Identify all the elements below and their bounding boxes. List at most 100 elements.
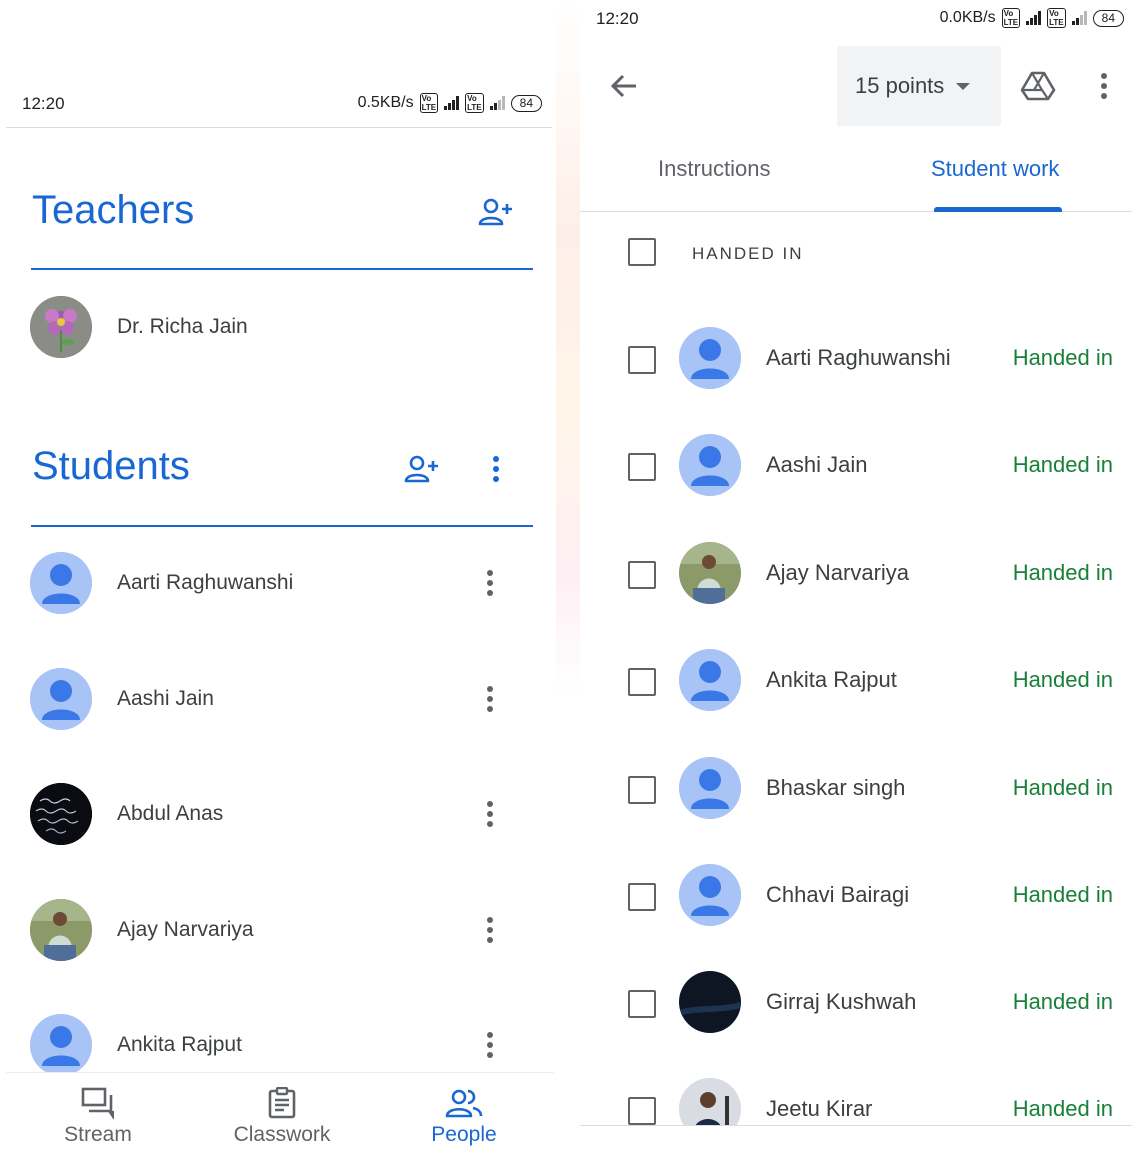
- status-icons: 0.0KB/s Vo LTE Vo LTE 84: [940, 8, 1124, 28]
- status-label: Handed in: [1012, 882, 1113, 907]
- points-value: 15 points: [855, 73, 945, 98]
- nav-stream[interactable]: Stream: [18, 1083, 178, 1147]
- screenshot-divider: [556, 0, 580, 1157]
- people-icon: [445, 1089, 483, 1118]
- signal-icon-2: [1071, 11, 1087, 25]
- status-label: Handed in: [1012, 989, 1113, 1014]
- nav-label: People: [431, 1123, 497, 1146]
- volte-icon: Vo LTE: [419, 93, 439, 113]
- points-dropdown[interactable]: 15 points: [837, 46, 1001, 126]
- student-name: Girraj Kushwah: [766, 989, 917, 1014]
- more-options-button[interactable]: [1084, 66, 1124, 106]
- row-checkbox[interactable]: [628, 883, 656, 911]
- student-work-row[interactable]: Chhavi Bairagi Handed in: [580, 864, 1132, 934]
- more-vert-icon: [487, 570, 493, 596]
- student-row[interactable]: Abdul Anas: [30, 781, 530, 847]
- student-work-row[interactable]: Aashi Jain Handed in: [580, 434, 1132, 504]
- students-divider: [31, 525, 533, 527]
- arrow-back-icon: [610, 74, 636, 98]
- student-work-row[interactable]: Ankita Rajput Handed in: [580, 649, 1132, 719]
- add-teacher-button[interactable]: [476, 192, 516, 232]
- teachers-divider: [31, 268, 533, 270]
- avatar: [679, 649, 741, 711]
- status-icons: 0.5KB/s Vo LTE Vo LTE 84: [358, 93, 542, 113]
- status-time: 12:20: [22, 94, 65, 113]
- student-work-screen: 12:20 0.0KB/s Vo LTE Vo LTE 84 15 points I…: [580, 0, 1132, 1157]
- student-name: Ankita Rajput: [117, 1033, 242, 1056]
- student-row[interactable]: Ankita Rajput: [30, 1012, 530, 1078]
- avatar: [30, 899, 92, 961]
- status-label: Handed in: [1012, 345, 1113, 370]
- people-screen: 12:20 0.5KB/s VoLTE VoLTE 84 Teachers: [0, 0, 558, 1157]
- student-work-row[interactable]: Girraj Kushwah Handed in: [580, 971, 1132, 1041]
- student-work-row[interactable]: Bhaskar singh Handed in: [580, 757, 1132, 827]
- student-row[interactable]: Ajay Narvariya: [30, 897, 530, 963]
- tab-student-work[interactable]: Student work: [931, 156, 1059, 182]
- status-label: Handed in: [1012, 1096, 1113, 1121]
- row-checkbox[interactable]: [628, 776, 656, 804]
- row-checkbox[interactable]: [628, 1097, 656, 1125]
- status-time: 12:20: [596, 9, 639, 28]
- teacher-row[interactable]: Dr. Richa Jain: [30, 294, 530, 360]
- avatar: [679, 757, 741, 819]
- student-name: Ajay Narvariya: [766, 560, 910, 585]
- students-menu-button[interactable]: [476, 449, 516, 489]
- status-label: Handed in: [1012, 667, 1113, 692]
- student-name: Aashi Jain: [766, 452, 868, 477]
- more-vert-icon: [487, 917, 493, 943]
- back-button[interactable]: [604, 66, 644, 106]
- signal-icon: [444, 96, 460, 110]
- tab-instructions[interactable]: Instructions: [658, 156, 771, 182]
- student-row[interactable]: Aarti Raghuwanshi: [30, 550, 530, 616]
- student-menu-button[interactable]: [470, 1025, 510, 1065]
- student-work-row[interactable]: Aarti Raghuwanshi Handed in: [580, 327, 1132, 397]
- google-drive-icon: [1020, 71, 1056, 101]
- more-vert-icon: [493, 456, 499, 482]
- stream-icon: [81, 1087, 114, 1119]
- students-heading: Students: [32, 444, 190, 488]
- avatar: [30, 296, 92, 358]
- row-checkbox[interactable]: [628, 668, 656, 696]
- student-menu-button[interactable]: [470, 794, 510, 834]
- avatar: [30, 1014, 92, 1076]
- nav-classwork[interactable]: Classwork: [202, 1083, 362, 1147]
- row-checkbox[interactable]: [628, 453, 656, 481]
- student-menu-button[interactable]: [470, 563, 510, 603]
- student-name: Bhaskar singh: [766, 775, 906, 800]
- bottom-navigation: Stream Classwork People: [6, 1072, 554, 1157]
- row-checkbox[interactable]: [628, 990, 656, 1018]
- more-vert-icon: [487, 686, 493, 712]
- add-person-icon: [478, 198, 512, 226]
- volte-icon-2: Vo LTE: [465, 93, 484, 113]
- student-name: Aashi Jain: [117, 687, 214, 710]
- status-label: Handed in: [1012, 452, 1113, 477]
- signal-icon: [1026, 11, 1042, 25]
- student-menu-button[interactable]: [470, 679, 510, 719]
- drive-button[interactable]: [1018, 66, 1058, 106]
- student-row[interactable]: Aashi Jain: [30, 666, 530, 732]
- row-checkbox[interactable]: [628, 346, 656, 374]
- nav-people[interactable]: People: [384, 1083, 544, 1147]
- more-vert-icon: [1101, 73, 1107, 99]
- avatar: [679, 542, 741, 604]
- select-all-checkbox[interactable]: [628, 238, 656, 266]
- row-checkbox[interactable]: [628, 561, 656, 589]
- volte-icon: Vo LTE: [1001, 8, 1021, 28]
- student-work-row[interactable]: Ajay Narvariya Handed in: [580, 542, 1132, 612]
- status-bar: 12:20 0.0KB/s Vo LTE Vo LTE 84: [580, 0, 1132, 40]
- add-student-button[interactable]: [402, 449, 442, 489]
- status-label: Handed in: [1012, 775, 1113, 800]
- avatar: [679, 864, 741, 926]
- network-speed: 0.0KB/s: [939, 9, 996, 26]
- student-menu-button[interactable]: [470, 910, 510, 950]
- avatar: [30, 783, 92, 845]
- network-speed: 0.5KB/s: [357, 94, 414, 111]
- avatar: [30, 552, 92, 614]
- avatar: [679, 327, 741, 389]
- battery-icon: 84: [1092, 9, 1124, 27]
- teacher-name: Dr. Richa Jain: [117, 315, 248, 338]
- nav-label: Classwork: [233, 1123, 331, 1146]
- volte-icon-2: Vo LTE: [1047, 8, 1066, 28]
- add-person-icon: [404, 455, 438, 483]
- student-name: Ankita Rajput: [766, 667, 897, 692]
